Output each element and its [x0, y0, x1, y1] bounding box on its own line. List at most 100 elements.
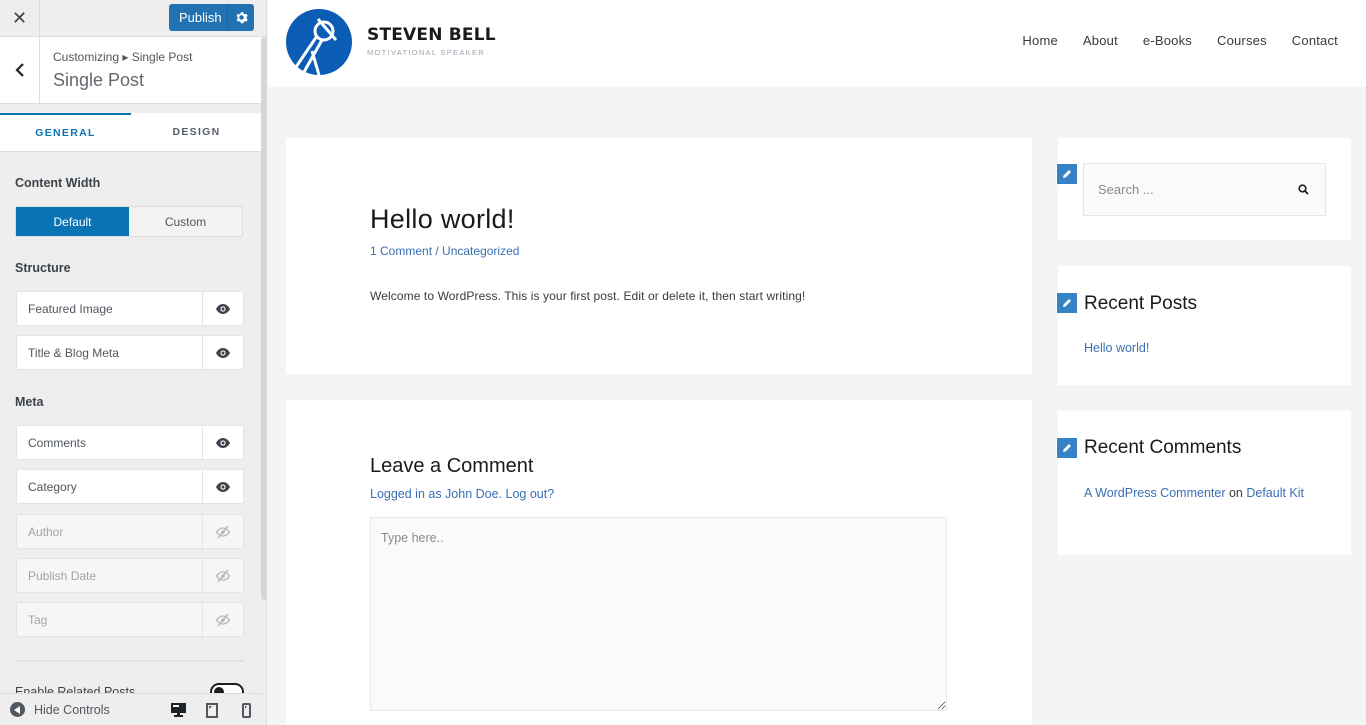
- tablet-icon: [206, 702, 218, 718]
- pencil-icon: [1063, 170, 1071, 178]
- meta-item-tag[interactable]: Tag: [16, 602, 244, 637]
- visibility-toggle[interactable]: [202, 559, 243, 592]
- logged-in-as: Logged in as John Doe. Log out?: [370, 487, 554, 501]
- site-title[interactable]: STEVEN BELL: [367, 25, 496, 45]
- eye-hidden-icon: [215, 569, 231, 582]
- comment-post-link[interactable]: Default Kit: [1246, 486, 1304, 500]
- close-icon: ✕: [11, 7, 28, 28]
- content-width-label: Content Width: [15, 176, 101, 190]
- meta-label: Meta: [15, 395, 44, 409]
- logout-link[interactable]: Log out?: [506, 487, 555, 501]
- tab-design[interactable]: DESIGN: [131, 113, 262, 151]
- category-link[interactable]: Uncategorized: [442, 244, 519, 258]
- device-preview-switcher: [170, 702, 254, 718]
- section-title: Single Post: [53, 70, 145, 90]
- close-customizer-button[interactable]: ✕: [0, 0, 40, 36]
- post-content: Welcome to WordPress. This is your first…: [370, 289, 806, 303]
- search-submit-button[interactable]: [1281, 164, 1325, 215]
- visibility-toggle[interactable]: [202, 515, 243, 548]
- pencil-icon: [1063, 444, 1071, 452]
- search-input[interactable]: [1084, 164, 1281, 215]
- content-width-custom[interactable]: Custom: [129, 207, 242, 236]
- search-form: [1083, 163, 1326, 216]
- visibility-toggle[interactable]: [202, 603, 243, 636]
- publish-button[interactable]: Publish: [169, 4, 254, 31]
- search-icon: [1297, 184, 1309, 195]
- gear-icon[interactable]: [227, 4, 254, 31]
- chevron-left-icon: [14, 63, 24, 77]
- item-label: Author: [28, 524, 64, 539]
- customizer-footer: Hide Controls: [0, 693, 262, 725]
- recent-post-link[interactable]: Hello world!: [1084, 341, 1149, 355]
- meta-item-author[interactable]: Author: [16, 514, 244, 549]
- panel-tabs: GENERAL DESIGN: [0, 113, 262, 152]
- site-logo[interactable]: [286, 9, 352, 76]
- post-meta: 1 Comment / Uncategorized: [370, 244, 519, 258]
- post-title: Hello world!: [370, 204, 515, 234]
- eye-hidden-icon: [215, 525, 231, 538]
- recent-comments-title: Recent Comments: [1084, 437, 1242, 458]
- comment-textarea[interactable]: [370, 517, 947, 711]
- comment-form-card: Leave a Comment Logged in as John Doe. L…: [286, 400, 1032, 725]
- recent-posts-widget: Recent Posts Hello world!: [1056, 266, 1351, 385]
- content-width-default[interactable]: Default: [16, 207, 129, 236]
- item-label: Category: [28, 479, 77, 494]
- recent-posts-title: Recent Posts: [1084, 293, 1197, 314]
- mobile-icon: [241, 702, 251, 718]
- preview-mobile-button[interactable]: [238, 702, 254, 718]
- eye-icon: [216, 437, 230, 448]
- item-label: Tag: [28, 612, 48, 627]
- hide-controls-button[interactable]: Hide Controls: [10, 702, 110, 717]
- item-label: Comments: [28, 435, 87, 450]
- eye-icon: [216, 481, 230, 492]
- back-button[interactable]: [0, 37, 40, 103]
- publish-label: Publish: [179, 10, 222, 25]
- site-header: STEVEN BELL MOTIVATIONAL SPEAKER Home Ab…: [268, 0, 1366, 87]
- pencil-icon: [1063, 299, 1071, 307]
- meta-item-category[interactable]: Category: [16, 469, 244, 504]
- visibility-toggle[interactable]: [202, 470, 243, 503]
- edit-widget-button[interactable]: [1056, 437, 1078, 459]
- comments-count-link[interactable]: 1 Comment: [370, 244, 432, 258]
- preview-desktop-button[interactable]: [170, 702, 186, 718]
- eye-icon: [216, 347, 230, 358]
- profile-link[interactable]: Logged in as John Doe.: [370, 487, 502, 501]
- nav-about[interactable]: About: [1083, 33, 1118, 48]
- nav-home[interactable]: Home: [1022, 33, 1057, 48]
- eye-hidden-icon: [215, 613, 231, 626]
- comment-author-link[interactable]: A WordPress Commenter: [1084, 486, 1225, 500]
- divider: [16, 660, 244, 662]
- general-panel: Content Width Default Custom Structure F…: [0, 152, 262, 694]
- preview-tablet-button[interactable]: [204, 702, 220, 718]
- content-width-selector: Default Custom: [15, 206, 243, 237]
- collapse-icon: [10, 702, 25, 717]
- item-label: Featured Image: [28, 301, 113, 316]
- item-label: Publish Date: [28, 568, 97, 583]
- customizer-sidebar: ✕ Publish Customizing ▸ Single Post Sing…: [0, 0, 267, 725]
- nav-ebooks[interactable]: e-Books: [1143, 33, 1192, 48]
- hide-controls-label: Hide Controls: [34, 702, 110, 717]
- post-card: Hello world! 1 Comment / Uncategorized W…: [286, 138, 1032, 374]
- desktop-icon: [170, 703, 186, 717]
- meta-item-comments[interactable]: Comments: [16, 425, 244, 460]
- structure-item-featured-image[interactable]: Featured Image: [16, 291, 244, 326]
- visibility-toggle[interactable]: [202, 336, 243, 369]
- edit-widget-button[interactable]: [1056, 292, 1078, 314]
- eye-icon: [216, 303, 230, 314]
- nav-courses[interactable]: Courses: [1217, 33, 1267, 48]
- structure-label: Structure: [15, 261, 71, 275]
- meta-item-publish-date[interactable]: Publish Date: [16, 558, 244, 593]
- visibility-toggle[interactable]: [202, 292, 243, 325]
- breadcrumb: Customizing ▸ Single Post: [53, 50, 193, 64]
- nav-contact[interactable]: Contact: [1292, 33, 1338, 48]
- item-label: Title & Blog Meta: [28, 345, 119, 360]
- sidebar-scrollbar[interactable]: [261, 37, 266, 600]
- main-navigation: Home About e-Books Courses Contact: [1022, 33, 1338, 48]
- visibility-toggle[interactable]: [202, 426, 243, 459]
- microphone-logo-icon: [286, 9, 352, 76]
- search-widget: [1056, 138, 1351, 240]
- structure-item-title-meta[interactable]: Title & Blog Meta: [16, 335, 244, 370]
- tab-general[interactable]: GENERAL: [0, 113, 131, 151]
- meta-separator: /: [432, 244, 443, 258]
- edit-widget-button[interactable]: [1056, 163, 1078, 185]
